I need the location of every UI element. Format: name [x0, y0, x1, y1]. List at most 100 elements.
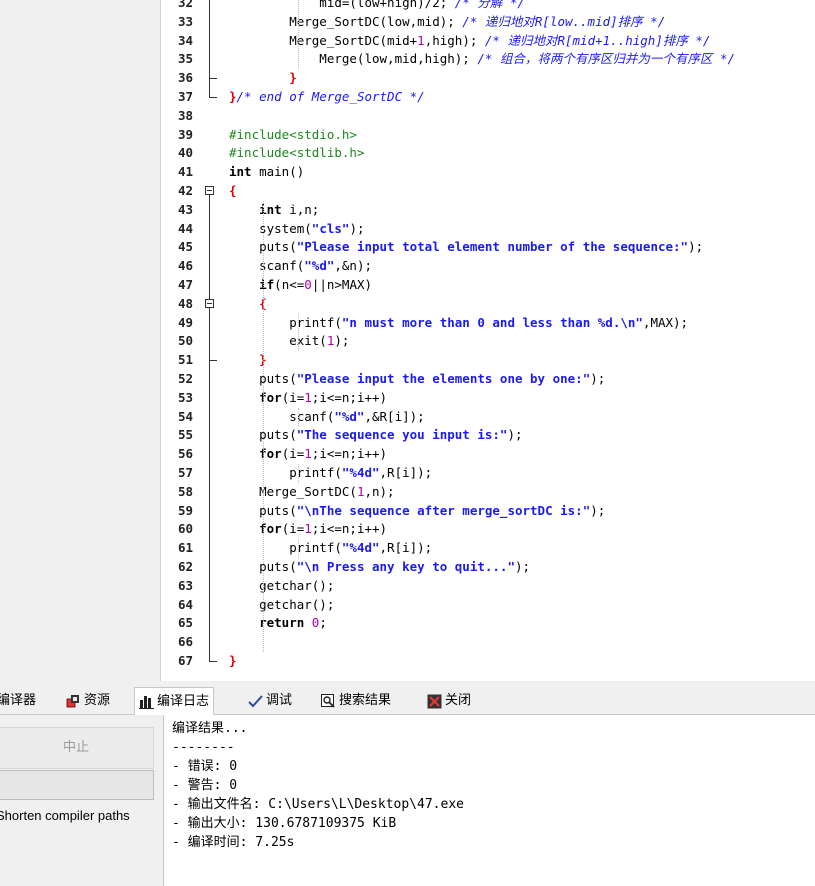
code-line[interactable]: 37}/* end of Merge_SortDC */	[161, 88, 815, 107]
line-number: 67	[178, 653, 194, 668]
line-number: 54	[178, 408, 194, 424]
compile-controls: 中止 Shorten compiler paths	[0, 715, 160, 886]
code-text: scanf("%d",&n);	[229, 258, 373, 274]
code-text: }	[289, 70, 297, 86]
line-number: 60	[178, 521, 194, 537]
code-line[interactable]: 39 #include<stdio.h>	[161, 126, 815, 145]
code-editor[interactable]: 32 mid=(low+high)/2; /* 分解 */33 Merge_So…	[160, 0, 815, 681]
code-line[interactable]: 59 puts("\nThe sequence after merge_sort…	[161, 502, 815, 521]
code-text: mid=(low+high)/2; /* 分解 */	[229, 0, 525, 10]
indent-guide	[298, 539, 299, 558]
fold-collapse-button[interactable]	[205, 186, 214, 195]
line-number: 41	[178, 164, 194, 180]
code-line[interactable]: 47 if(n<=0||n>MAX)	[161, 276, 815, 295]
code-line[interactable]: 49 printf("n must more than 0 and less t…	[161, 314, 815, 333]
log-line: --------	[172, 740, 235, 755]
code-text: puts("Please input the elements one by o…	[229, 371, 606, 386]
code-line[interactable]: 58 Merge_SortDC(1,n);	[161, 483, 815, 502]
code-text: return 0;	[259, 615, 327, 631]
left-panel	[0, 0, 158, 681]
code-text: Merge_SortDC(1,n);	[229, 483, 395, 499]
code-text: }	[229, 653, 237, 668]
code-text: exit(1);	[229, 333, 350, 349]
tab-debug[interactable]: 调试	[248, 689, 292, 713]
code-line[interactable]: 56 for(i=1;i<=n;i++)	[161, 445, 815, 464]
fold-guide	[209, 0, 210, 74]
line-number: 32	[178, 0, 194, 10]
fold-guide	[209, 351, 217, 362]
compile-log-icon	[139, 694, 154, 709]
line-number: 59	[178, 502, 194, 518]
code-line[interactable]: 36 }	[161, 69, 815, 88]
code-text: {	[229, 183, 237, 198]
code-line[interactable]: 46 scanf("%d",&n);	[161, 257, 815, 276]
code-line[interactable]: 54 scanf("%d",&R[i]);	[161, 408, 815, 427]
code-line[interactable]: 52 puts("Please input the elements one b…	[161, 370, 815, 389]
compile-progress-bar	[0, 770, 154, 800]
indent-guide	[298, 0, 299, 70]
code-text: Merge_SortDC(low,mid); /* 递归地对R[low..mid…	[229, 13, 666, 29]
code-line[interactable]: 33 Merge_SortDC(low,mid); /* 递归地对R[low..…	[161, 13, 815, 32]
code-line[interactable]: 35 Merge(low,mid,high); /* 组合，将两个有序区归并为一…	[161, 50, 815, 69]
code-line[interactable]: 45 puts("Please input total element numb…	[161, 238, 815, 257]
code-line[interactable]: 57 printf("%4d",R[i]);	[161, 464, 815, 483]
fold-collapse-button[interactable]	[205, 298, 214, 308]
stop-button[interactable]: 中止	[0, 727, 154, 769]
tab-close-label: 关闭	[445, 693, 472, 708]
line-number: 63	[178, 577, 194, 593]
log-line: - 输出大小: 130.6787109375 KiB	[172, 816, 397, 831]
tab-compiler[interactable]: 编译器	[0, 689, 36, 713]
code-line[interactable]: 32 mid=(low+high)/2; /* 分解 */	[161, 0, 815, 13]
code-text: {	[259, 295, 267, 311]
code-line[interactable]: 62 puts("\n Press any key to quit...");	[161, 558, 815, 577]
resources-icon	[66, 694, 81, 709]
code-text: system("cls");	[229, 220, 365, 236]
code-line[interactable]: 66	[161, 633, 815, 652]
code-line[interactable]: 41 int main()	[161, 163, 815, 182]
code-line[interactable]: 40 #include<stdlib.h>	[161, 144, 815, 163]
code-text: getchar();	[229, 577, 335, 593]
code-line[interactable]: 50 exit(1);	[161, 332, 815, 351]
bottom-tab-bar: 编译器 资源 编译日志 调试 搜索结果 关闭	[0, 686, 815, 715]
code-line[interactable]: 42 {	[161, 182, 815, 201]
line-number: 53	[178, 389, 194, 405]
tab-search-results[interactable]: 搜索结果	[321, 689, 391, 713]
code-line[interactable]: 51 }	[161, 351, 815, 370]
indent-guide	[298, 407, 299, 427]
tab-resources[interactable]: 资源	[66, 689, 110, 713]
tab-search-results-label: 搜索结果	[339, 693, 392, 708]
code-line[interactable]: 48 {	[161, 295, 815, 314]
line-number: 46	[178, 258, 194, 274]
code-line[interactable]: 60 for(i=1;i<=n;i++)	[161, 520, 815, 539]
code-text: Merge_SortDC(mid+1,high); /* 递归地对R[mid+1…	[229, 32, 711, 48]
log-line: - 输出文件名: C:\Users\L\Desktop\47.exe	[172, 797, 464, 812]
line-number: 45	[178, 239, 194, 255]
log-line: - 警告: 0	[172, 778, 238, 793]
line-number: 35	[178, 51, 194, 67]
code-line[interactable]: 67}	[161, 652, 815, 671]
line-number: 58	[178, 483, 194, 499]
line-number: 34	[178, 32, 194, 48]
code-line[interactable]: 64 getchar();	[161, 596, 815, 615]
fold-guide	[209, 195, 210, 661]
code-line[interactable]: 34 Merge_SortDC(mid+1,high); /* 递归地对R[mi…	[161, 32, 815, 51]
code-line[interactable]: 65 return 0;	[161, 614, 815, 633]
code-text: Merge(low,mid,high); /* 组合，将两个有序区归并为一个有序…	[229, 51, 736, 67]
line-number: 42	[178, 183, 194, 198]
code-line[interactable]: 43 int i,n;	[161, 201, 815, 220]
code-line[interactable]: 55 puts("The sequence you input is:");	[161, 426, 815, 445]
shorten-compiler-paths-checkbox[interactable]: Shorten compiler paths	[0, 808, 130, 823]
code-line[interactable]: 53 for(i=1;i<=n;i++)	[161, 389, 815, 408]
line-number: 62	[178, 559, 194, 574]
code-line[interactable]: 61 printf("%4d",R[i]);	[161, 539, 815, 558]
tab-close[interactable]: 关闭	[427, 689, 471, 713]
code-text: #include<stdio.h>	[229, 126, 357, 142]
fold-guide	[209, 69, 217, 80]
code-line[interactable]: 63 getchar();	[161, 577, 815, 596]
code-line[interactable]: 44 system("cls");	[161, 220, 815, 239]
code-text: int main()	[229, 164, 305, 180]
code-text: }/* end of Merge_SortDC */	[229, 89, 425, 104]
code-line[interactable]: 38	[161, 107, 815, 126]
log-line: 编译结果...	[172, 721, 248, 736]
tab-compile-log[interactable]: 编译日志	[134, 687, 215, 715]
